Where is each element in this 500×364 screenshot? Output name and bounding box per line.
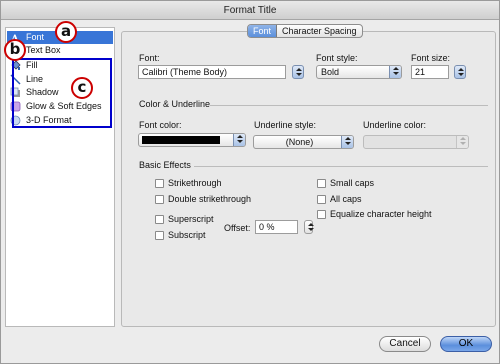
callout-c: c — [71, 77, 93, 99]
subscript-checkbox[interactable] — [155, 231, 164, 240]
glow-icon — [10, 101, 21, 112]
superscript-checkbox[interactable] — [155, 215, 164, 224]
superscript-label: Superscript — [168, 214, 214, 224]
sidebar-item-label: Fill — [26, 60, 38, 70]
sidebar-item-fill[interactable]: Fill — [7, 59, 113, 72]
underline-style-label: Underline style: — [254, 120, 317, 130]
font-label: Font: — [139, 53, 160, 63]
font-style-select[interactable]: Bold — [316, 65, 402, 79]
divider — [210, 105, 488, 106]
all-caps-label: All caps — [330, 194, 362, 204]
tab-character-spacing[interactable]: Character Spacing — [277, 25, 362, 37]
shadow-icon — [10, 87, 20, 97]
font-size-label: Font size: — [411, 53, 451, 63]
all-caps-checkbox[interactable] — [317, 195, 326, 204]
basic-effects-heading: Basic Effects — [139, 160, 191, 170]
sidebar-item-3d-format[interactable]: 3-D Format — [7, 114, 113, 127]
sidebar-item-label: Shadow — [26, 87, 59, 97]
sidebar-item-glow[interactable]: Glow & Soft Edges — [7, 100, 113, 113]
ok-button[interactable]: OK — [440, 336, 492, 352]
callout-a: a — [55, 21, 77, 43]
font-style-value: Bold — [321, 67, 340, 77]
paint-bucket-icon — [11, 60, 21, 70]
sidebar-item-line[interactable]: Line — [7, 73, 113, 86]
underline-color-select[interactable] — [363, 135, 469, 149]
equalize-height-label: Equalize character height — [330, 209, 432, 219]
sidebar-item-label: Glow & Soft Edges — [26, 101, 102, 111]
underline-color-label: Underline color: — [363, 120, 427, 130]
category-sidebar: A Font A Text Box Fill Line Shadow Glow … — [5, 27, 115, 327]
sidebar-item-label: 3-D Format — [26, 115, 72, 125]
sidebar-item-label: Font — [26, 32, 45, 42]
callout-b: b — [4, 39, 26, 61]
chevron-updown-icon — [389, 66, 401, 78]
font-size-stepper[interactable] — [454, 65, 466, 79]
font-color-label: Font color: — [139, 120, 182, 130]
double-strikethrough-label: Double strikethrough — [168, 194, 252, 204]
strikethrough-label: Strikethrough — [168, 178, 222, 188]
underline-style-select[interactable]: (None) — [253, 135, 354, 149]
small-caps-checkbox[interactable] — [317, 179, 326, 188]
chevron-updown-icon — [456, 136, 468, 148]
cancel-button[interactable]: Cancel — [379, 336, 431, 352]
underline-style-value: (None) — [285, 137, 314, 147]
window-title: Format Title — [1, 1, 499, 20]
offset-stepper[interactable] — [304, 220, 314, 234]
three-d-icon — [10, 115, 21, 126]
chevron-updown-icon — [341, 136, 353, 148]
chevron-updown-icon — [233, 134, 245, 146]
format-title-dialog: Format Title A Font A Text Box Fill Line… — [0, 0, 500, 364]
small-caps-label: Small caps — [330, 178, 375, 188]
subscript-label: Subscript — [168, 230, 206, 240]
divider — [194, 166, 488, 167]
color-underline-heading: Color & Underline — [139, 99, 211, 109]
font-settings-panel: Font: Calibri (Theme Body) Font style: B… — [121, 31, 496, 327]
offset-label: Offset: — [224, 223, 251, 233]
sidebar-item-shadow[interactable]: Shadow — [7, 86, 113, 99]
color-swatch — [142, 136, 220, 144]
tab-bar: Font Character Spacing — [247, 24, 363, 38]
sidebar-item-label: Text Box — [26, 45, 61, 55]
font-size-field[interactable]: 21 — [411, 65, 449, 79]
line-icon — [10, 74, 21, 85]
offset-field[interactable]: 0 % — [255, 220, 298, 234]
double-strikethrough-checkbox[interactable] — [155, 195, 164, 204]
font-color-select[interactable] — [138, 133, 246, 147]
strikethrough-checkbox[interactable] — [155, 179, 164, 188]
font-name-stepper[interactable] — [292, 65, 304, 79]
tab-font[interactable]: Font — [248, 25, 278, 37]
equalize-height-checkbox[interactable] — [317, 210, 326, 219]
sidebar-item-label: Line — [26, 74, 44, 84]
font-style-label: Font style: — [316, 53, 358, 63]
font-name-field[interactable]: Calibri (Theme Body) — [138, 65, 286, 79]
